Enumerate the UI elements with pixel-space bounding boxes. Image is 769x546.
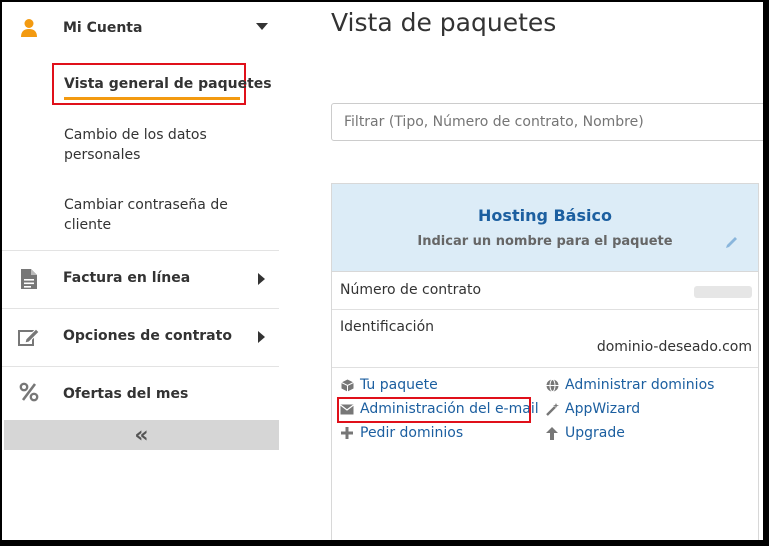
percent-icon bbox=[16, 379, 42, 405]
arrow-up-icon bbox=[545, 426, 559, 440]
link-label: AppWizard bbox=[565, 401, 641, 417]
page-title: Vista de paquetes bbox=[331, 8, 557, 37]
document-icon bbox=[16, 266, 42, 292]
user-icon bbox=[16, 15, 42, 41]
sidebar-subitem-label: Cambiar contraseña de cliente bbox=[64, 197, 228, 233]
administrar-dominios-link[interactable]: Administrar dominios bbox=[545, 377, 714, 393]
sidebar-subitem-label: Cambio de los datos personales bbox=[64, 127, 207, 163]
identification-row: Identificación dominio-deseado.com bbox=[332, 309, 758, 368]
sidebar-item-label: Opciones de contrato bbox=[63, 328, 232, 344]
sidebar-item-mi-cuenta[interactable]: Mi Cuenta bbox=[2, 2, 279, 54]
cube-icon bbox=[340, 378, 354, 392]
sidebar-subitem-cambiar-contrasena[interactable]: Cambiar contraseña de cliente bbox=[64, 195, 234, 235]
sidebar-item-label: Ofertas del mes bbox=[63, 386, 189, 402]
pedir-dominios-link[interactable]: Pedir dominios bbox=[340, 425, 463, 441]
identification-value: dominio-deseado.com bbox=[596, 339, 752, 355]
sidebar-subitem-vista-general[interactable]: Vista general de paquetes bbox=[52, 63, 272, 105]
contract-number-row: Número de contrato bbox=[332, 271, 758, 310]
link-label: Upgrade bbox=[565, 425, 625, 441]
globe-icon bbox=[545, 378, 559, 392]
sidebar-item-opciones-contrato[interactable]: Opciones de contrato bbox=[2, 308, 279, 365]
package-card: Hosting Básico Indicar un nombre para el… bbox=[331, 183, 759, 540]
page-frame: Mi Cuenta Vista general de paquetes Camb… bbox=[2, 2, 763, 540]
email-link-highlight bbox=[337, 397, 531, 423]
sidebar-item-ofertas[interactable]: Ofertas del mes bbox=[2, 366, 279, 423]
link-label: Administrar dominios bbox=[565, 377, 715, 393]
sidebar-item-label: Mi Cuenta bbox=[63, 20, 143, 36]
filter-input[interactable] bbox=[331, 103, 763, 141]
contract-number-value-redacted bbox=[694, 286, 752, 298]
plus-icon bbox=[340, 426, 354, 440]
link-label: Pedir dominios bbox=[360, 425, 464, 441]
identification-label: Identificación bbox=[340, 319, 435, 335]
sidebar: Mi Cuenta Vista general de paquetes Camb… bbox=[2, 2, 279, 540]
sidebar-collapse-button[interactable]: « bbox=[4, 420, 279, 450]
tu-paquete-link[interactable]: Tu paquete bbox=[340, 377, 438, 393]
double-chevron-left-icon: « bbox=[134, 422, 149, 448]
magic-wand-icon bbox=[545, 402, 559, 416]
contract-number-label: Número de contrato bbox=[340, 282, 482, 298]
edit-icon bbox=[16, 324, 42, 350]
package-card-header: Hosting Básico Indicar un nombre para el… bbox=[332, 184, 758, 272]
upgrade-link[interactable]: Upgrade bbox=[545, 425, 625, 441]
pencil-icon[interactable] bbox=[725, 234, 739, 253]
sidebar-item-factura[interactable]: Factura en línea bbox=[2, 250, 279, 307]
appwizard-link[interactable]: AppWizard bbox=[545, 401, 640, 417]
chevron-right-icon bbox=[258, 331, 265, 343]
chevron-right-icon bbox=[258, 273, 265, 285]
active-underline bbox=[64, 97, 240, 100]
sidebar-subitem-cambio-datos[interactable]: Cambio de los datos personales bbox=[64, 125, 234, 165]
package-title: Hosting Básico bbox=[478, 206, 612, 225]
sidebar-item-label: Factura en línea bbox=[63, 270, 191, 286]
chevron-down-icon bbox=[256, 23, 268, 30]
link-label: Tu paquete bbox=[360, 377, 438, 393]
sidebar-subitem-label: Vista general de paquetes bbox=[64, 76, 272, 92]
package-name-prompt[interactable]: Indicar un nombre para el paquete bbox=[332, 234, 758, 249]
